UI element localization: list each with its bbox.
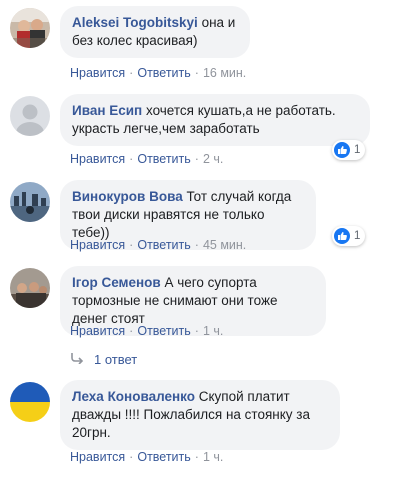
comment-bubble: Леха Коноваленко Скупой платит дважды !!…	[60, 380, 340, 450]
avatar[interactable]	[10, 268, 50, 308]
comment-author[interactable]: Ігор Семенов	[72, 275, 161, 290]
like-link[interactable]: Нравится	[70, 152, 125, 166]
like-thumb-icon	[334, 228, 350, 244]
like-link[interactable]: Нравится	[70, 238, 125, 252]
comment-actions: Нравится · Ответить · 1 ч.	[70, 324, 224, 338]
comment-time[interactable]: 16 мин.	[203, 66, 246, 80]
like-link[interactable]: Нравится	[70, 324, 125, 338]
comment-author[interactable]: Иван Есип	[72, 103, 142, 118]
reaction-number: 1	[354, 230, 361, 242]
comment-actions: Нравится · Ответить · 16 мин.	[70, 66, 247, 80]
comment-actions: Нравится · Ответить · 45 мин.	[70, 238, 247, 252]
reply-arrow-icon	[70, 352, 84, 367]
reaction-count[interactable]: 1	[332, 140, 366, 160]
comment-author[interactable]: Винокуров Вова	[72, 189, 183, 204]
reply-link[interactable]: Ответить	[137, 450, 190, 464]
avatar[interactable]	[10, 96, 50, 136]
reply-link[interactable]: Ответить	[137, 66, 190, 80]
comment-bubble: Иван Есип хочется кушать,а не работать. …	[60, 94, 370, 146]
like-link[interactable]: Нравится	[70, 450, 125, 464]
comment-time[interactable]: 1 ч.	[203, 324, 223, 338]
comment-actions: Нравится · Ответить · 1 ч.	[70, 450, 224, 464]
comment-time[interactable]: 1 ч.	[203, 450, 223, 464]
avatar[interactable]	[10, 182, 50, 222]
reaction-number: 1	[354, 144, 361, 156]
like-thumb-icon	[334, 142, 350, 158]
like-link[interactable]: Нравится	[70, 66, 125, 80]
comment-author[interactable]: Aleksei Togobitskyi	[72, 15, 198, 30]
comment-time[interactable]: 2 ч.	[203, 152, 223, 166]
reply-link[interactable]: Ответить	[137, 324, 190, 338]
replies-count: 1 ответ	[94, 352, 138, 367]
avatar[interactable]	[10, 8, 50, 48]
comment-bubble: Aleksei Togobitskyi она и без колес крас…	[60, 6, 250, 58]
reply-link[interactable]: Ответить	[137, 152, 190, 166]
comment-author[interactable]: Леха Коноваленко	[72, 389, 195, 404]
comment-actions: Нравится · Ответить · 2 ч.	[70, 152, 224, 166]
avatar[interactable]	[10, 382, 50, 422]
comment-time[interactable]: 45 мин.	[203, 238, 246, 252]
view-replies-link[interactable]: 1 ответ	[70, 352, 137, 367]
reaction-count[interactable]: 1	[332, 226, 366, 246]
reply-link[interactable]: Ответить	[137, 238, 190, 252]
